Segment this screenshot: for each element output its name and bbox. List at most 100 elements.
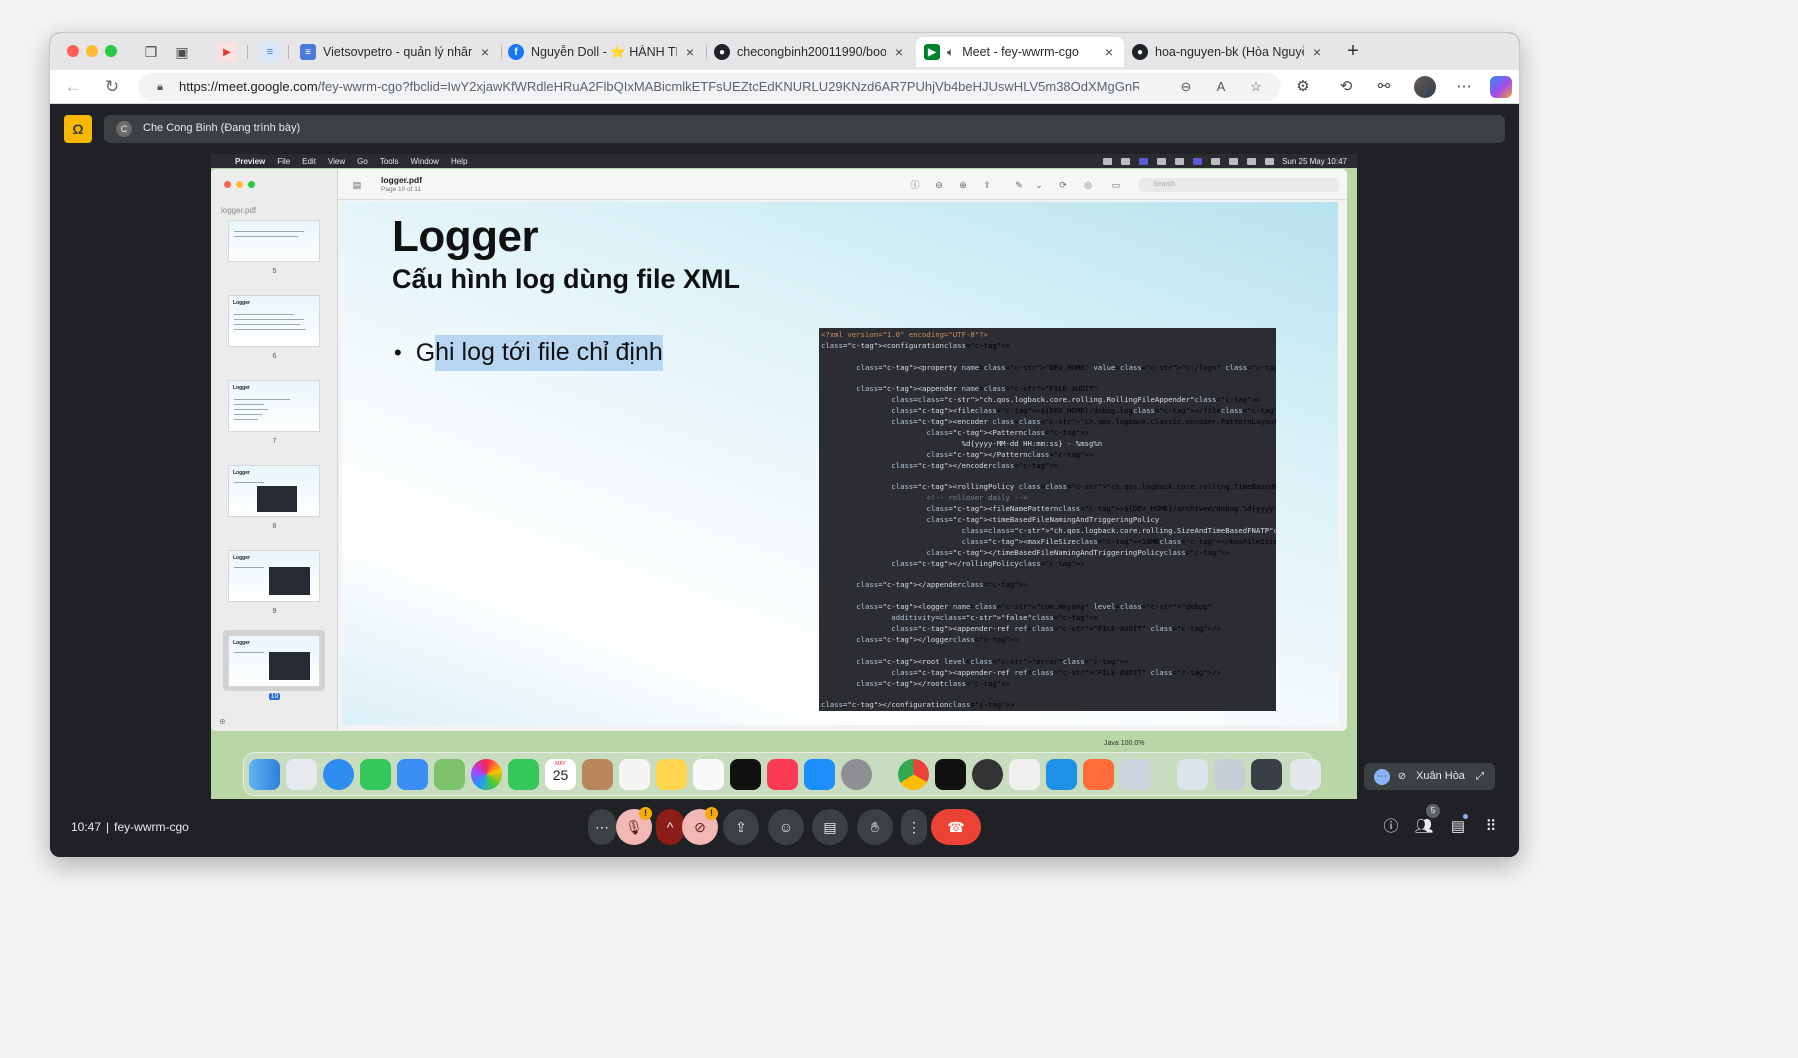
address-bar[interactable]: 🔒︎ https://meet.google.com/fey-wwrm-cgo?… xyxy=(138,73,1281,101)
slide-title: Logger xyxy=(392,212,539,261)
close-tab-icon[interactable]: × xyxy=(892,44,906,60)
freeform-icon xyxy=(693,759,724,790)
mac-dock: MAY 25 xyxy=(243,752,1321,796)
thumbnail-line xyxy=(234,414,262,415)
maximize-window-button[interactable] xyxy=(105,45,117,57)
info-icon: ⓘ xyxy=(910,180,920,190)
thumbnail-title: Logger xyxy=(233,555,250,561)
launchpad-icon xyxy=(286,759,317,790)
thumbnail-line xyxy=(234,409,268,410)
close-tab-icon[interactable]: × xyxy=(478,44,492,60)
profile-avatar[interactable] xyxy=(1414,76,1436,98)
app-store-icon xyxy=(804,759,835,790)
youtube-icon: ▶ xyxy=(223,46,231,58)
close-tab-icon[interactable]: × xyxy=(1310,44,1324,60)
url-text[interactable]: https://meet.google.com/fey-wwrm-cgo?fbc… xyxy=(179,79,1139,94)
zoom-icon[interactable]: ⊖ xyxy=(1177,78,1195,96)
xml-code-block: <?xml version="1.0" encoding="UTF-8"?> cl… xyxy=(819,328,1276,711)
hang-up-icon: ☎︎ xyxy=(947,819,965,835)
history-icon[interactable]: ⟲ xyxy=(1335,76,1357,98)
thumbnail-title: Logger xyxy=(233,640,250,646)
self-view-tile[interactable]: ⋯ ⊘ Xuân Hòa ⤢ xyxy=(1364,763,1495,790)
chat-icon[interactable]: ▤ xyxy=(1448,817,1468,837)
minimize-window-button[interactable] xyxy=(86,45,98,57)
preview-zoom-button xyxy=(248,181,255,188)
speaker-audio-icon[interactable]: 🔈︎ xyxy=(947,45,954,60)
read-aloud-icon[interactable]: A xyxy=(1212,78,1230,96)
code-line: class="c-tag"><timeBasedFileNamingAndTri… xyxy=(926,515,1160,525)
status-icon xyxy=(1139,157,1149,165)
captions-icon: ▤ xyxy=(823,819,837,835)
docs-pinned-tab[interactable]: ≡ xyxy=(260,42,280,62)
tab-github-bookshop[interactable]: ● checongbinh20011990/bookshop × xyxy=(706,37,914,67)
more-vert-icon: ⋮ xyxy=(907,819,921,835)
thumbnail-title: Logger xyxy=(233,470,250,476)
rotate-icon: ⟳ xyxy=(1059,180,1067,190)
back-arrow-icon[interactable]: ← xyxy=(62,76,84,98)
leave-call-button[interactable]: ☎︎ xyxy=(931,809,981,845)
text-highlight: hi log tới file chỉ định xyxy=(435,335,663,371)
expand-icon[interactable]: ⤢ xyxy=(1472,769,1488,785)
form-icon: ▭ xyxy=(1111,180,1121,190)
music-icon xyxy=(767,759,798,790)
tab-vietsovpetro[interactable]: ≡ Vietsovpetro - quản lý nhân sự × xyxy=(292,37,500,67)
tab-meet[interactable]: ▶ 🔈︎ Meet - fey-wwrm-cgo × xyxy=(916,37,1124,67)
contacts-icon xyxy=(582,759,613,790)
meeting-details-icon[interactable]: ⓘ xyxy=(1381,817,1401,837)
menu-app-name: Preview xyxy=(235,156,266,166)
thumbnail-number-selected: 10 xyxy=(268,693,281,700)
youtube-pinned-tab[interactable]: ▶ xyxy=(217,42,237,62)
favorite-star-icon[interactable]: ☆ xyxy=(1247,78,1265,96)
thumbnail-number: 6 xyxy=(272,353,277,360)
mac-menubar: Preview File Edit View Go Tools Window H… xyxy=(211,154,1357,168)
thumbnail-code xyxy=(269,652,310,680)
activities-icon[interactable]: ⠿ xyxy=(1481,817,1501,837)
emoji-reactions-button[interactable]: ☺ xyxy=(768,809,804,845)
reminders-icon xyxy=(619,759,650,790)
code-line: class="c-tag"><fileclass="c-tag">>${DEV_… xyxy=(891,406,1276,416)
site-info-icon[interactable]: 🔒︎ xyxy=(152,79,168,95)
code-line: class=class="c-str">"ch.qos.logback.core… xyxy=(961,526,1276,536)
thumbnail-title: Logger xyxy=(233,300,250,306)
microphone-off-icon: 🎙︎ xyxy=(625,819,643,835)
people-icon[interactable]: 👥︎ xyxy=(1414,817,1434,837)
collections-icon[interactable]: ⚯ xyxy=(1373,76,1395,98)
more-menu-icon[interactable]: ⋯ xyxy=(1453,76,1475,98)
copilot-icon[interactable] xyxy=(1490,76,1512,98)
calendar-icon: MAY 25 xyxy=(545,759,576,790)
workspaces-icon[interactable]: ❐ xyxy=(141,42,161,62)
thumbnail-line xyxy=(234,567,264,568)
thumbnail-code xyxy=(269,567,310,595)
refresh-icon[interactable]: ↻ xyxy=(101,76,123,98)
close-window-button[interactable] xyxy=(67,45,79,57)
participant-count-badge: 5 xyxy=(1426,804,1440,818)
code-line: class="c-tag"></rootclass="c-tag">> xyxy=(856,678,1010,688)
code-line: class="c-tag"><Patternclass="c-tag">> xyxy=(926,428,1089,438)
new-tab-button[interactable]: + xyxy=(1342,40,1364,62)
captions-button[interactable]: ▤ xyxy=(812,809,848,845)
shared-screen: Preview File Edit View Go Tools Window H… xyxy=(211,154,1357,799)
more-options-icon[interactable]: ⋯ xyxy=(1374,769,1390,785)
code-line: class="c-tag"><appender-ref ref=class="c… xyxy=(891,624,1221,634)
docker-icon xyxy=(1046,759,1077,790)
screenshot-stack-icon xyxy=(1251,759,1282,790)
code-line: <?xml version="1.0" encoding="UTF-8"?> xyxy=(821,330,988,339)
close-tab-icon[interactable]: × xyxy=(1102,44,1116,60)
status-icon xyxy=(1157,157,1167,165)
thumbnail-page xyxy=(228,220,320,262)
tab-github-hoa-nguyen[interactable]: ● hoa-nguyen-bk (Hòa Nguyễn) × xyxy=(1124,37,1332,67)
github-desktop-icon xyxy=(972,759,1003,790)
camera-options-button[interactable]: ^ xyxy=(656,809,684,845)
vertical-tabs-icon[interactable]: ▣ xyxy=(172,42,192,62)
extensions-icon[interactable]: ⚙ xyxy=(1292,76,1314,98)
thumbnail-line xyxy=(234,399,290,400)
tab-facebook[interactable]: f Nguyễn Doll - ⭐ HÀNH TRÌNH × xyxy=(500,37,705,67)
present-screen-button[interactable]: ⇪ xyxy=(723,809,759,845)
close-tab-icon[interactable]: × xyxy=(683,44,697,60)
more-audio-options-button[interactable]: ⋯ xyxy=(588,809,616,845)
preview-search-field: Search xyxy=(1139,178,1339,192)
raise-hand-button[interactable]: ✋︎ xyxy=(857,809,893,845)
more-options-button[interactable]: ⋮ xyxy=(901,809,927,845)
meet-stage: Ω C Che Cong Binh (Đang trình bày) Previ… xyxy=(50,104,1519,857)
battery-icon xyxy=(1211,157,1221,165)
